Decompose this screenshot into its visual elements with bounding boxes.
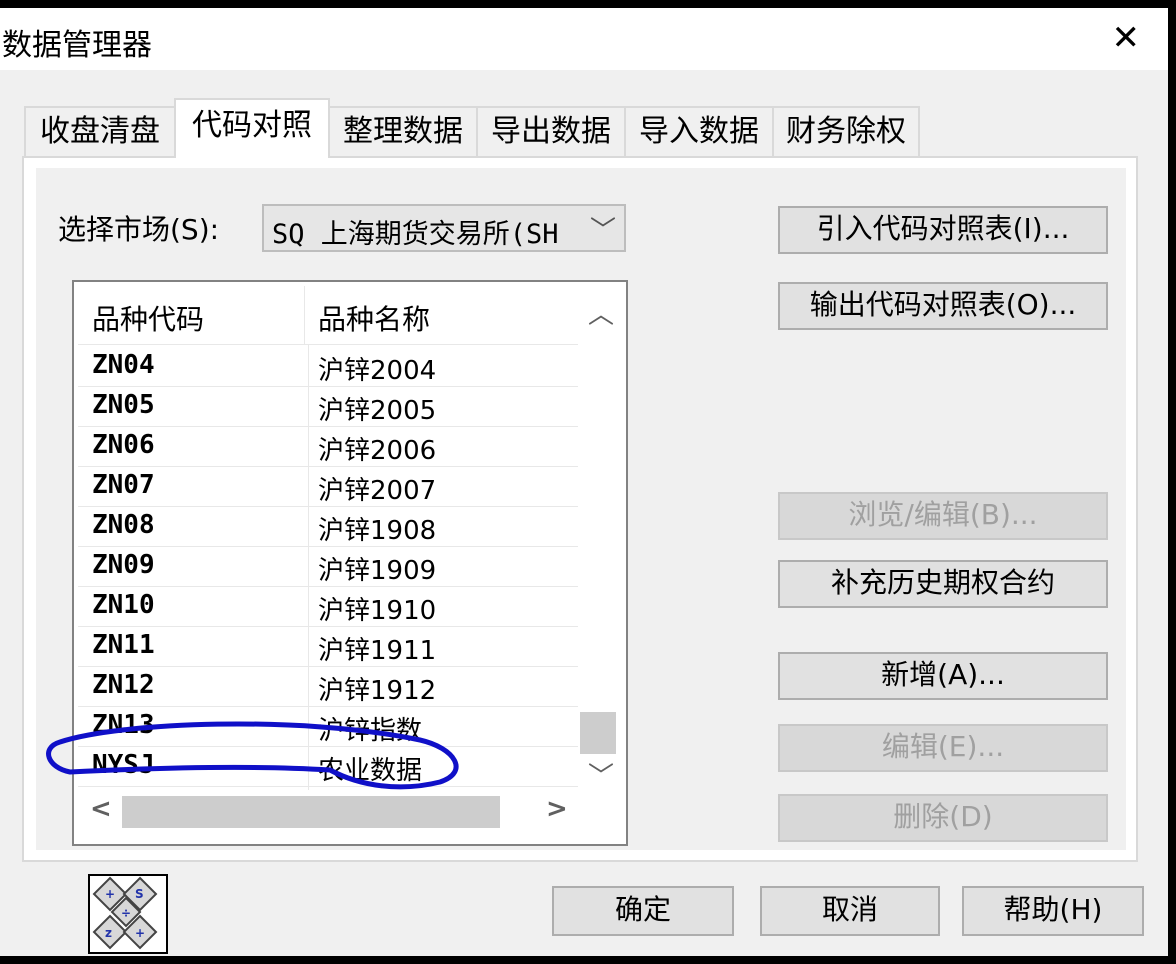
tab-code-mapping[interactable]: 代码对照 bbox=[174, 98, 330, 158]
